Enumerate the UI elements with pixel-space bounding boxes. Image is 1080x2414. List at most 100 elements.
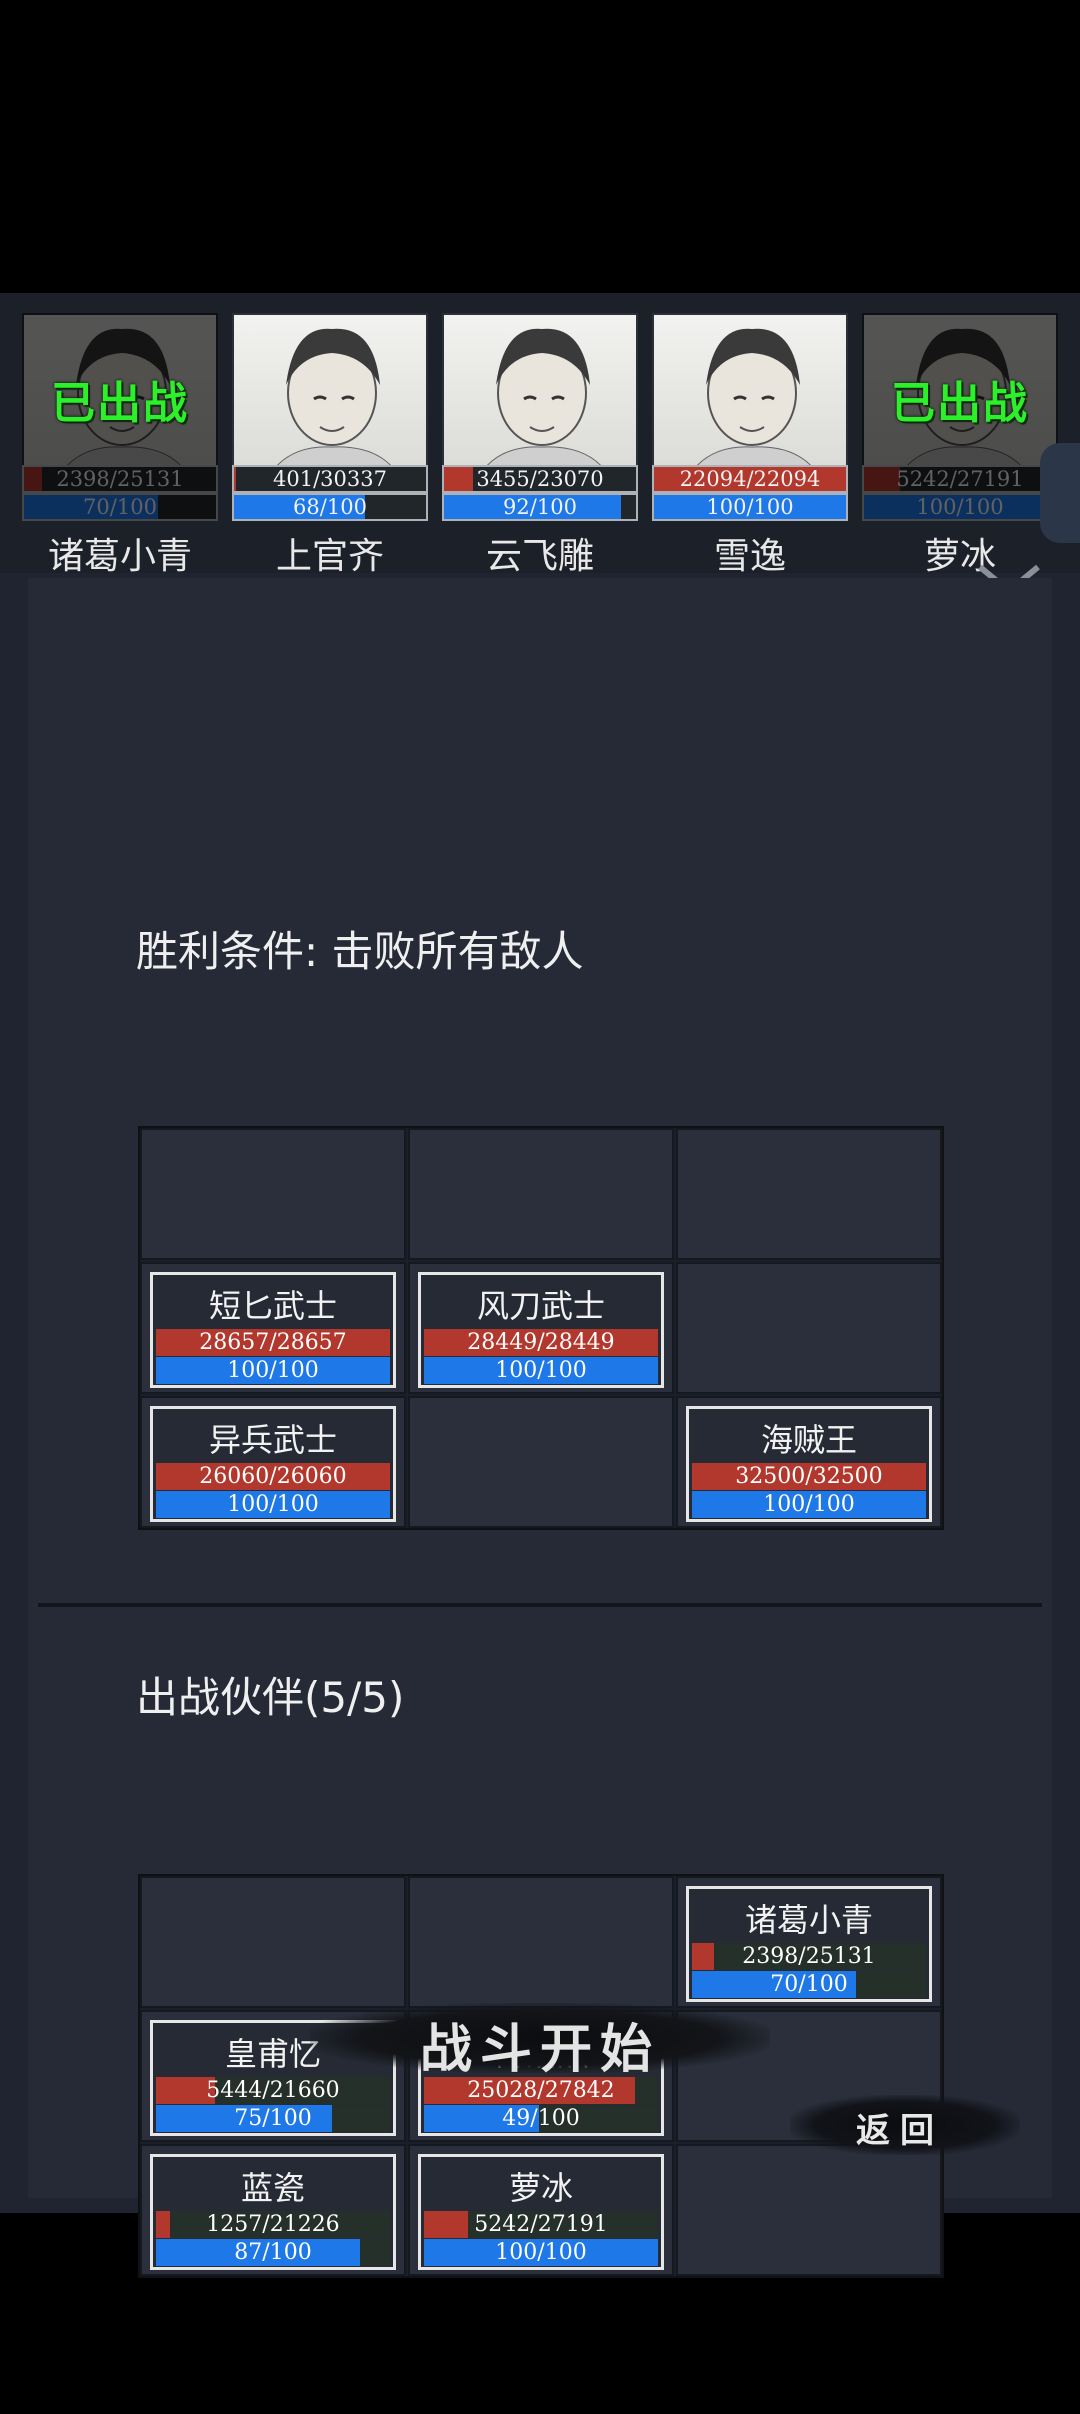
mp-text: 100/100 (495, 1358, 587, 1383)
hp-text: 2398/25131 (742, 1944, 876, 1969)
mp-bar: 100/100 (692, 1491, 926, 1518)
unit-name: 萝冰 (508, 2169, 573, 2207)
roster-hero[interactable]: 3455/23070 92/100 云飞雕 (442, 313, 638, 577)
unit-name: 短匕武士 (208, 1287, 337, 1325)
grid-cell[interactable]: 海贼王 32500/32500 100/100 (676, 1396, 942, 1528)
unit-name: 异兵武士 (208, 1421, 337, 1459)
mp-text: 100/100 (763, 1492, 855, 1517)
hp-text: 28449/28449 (467, 1330, 615, 1355)
deployed-label: 已出战 (51, 378, 189, 429)
grid-cell[interactable] (676, 2144, 942, 2276)
hp-bar: 26060/26060 (156, 1463, 390, 1490)
grid-cell[interactable]: 萝冰 5242/27191 100/100 (408, 2144, 674, 2276)
unit-card[interactable]: 萝冰 5242/27191 100/100 (418, 2154, 664, 2270)
hp-bar: 32500/32500 (692, 1463, 926, 1490)
game-screen: 已出战 2398/25131 70/100 诸葛小青 401/30337 68/100 上官… (0, 293, 1080, 2278)
deployed-label: 已出战 (891, 378, 1029, 429)
unit-card[interactable]: 海贼王 32500/32500 100/100 (686, 1406, 932, 1522)
hp-bar: 22094/22094 (652, 465, 848, 493)
grid-cell[interactable] (676, 1262, 942, 1394)
hp-bar: 2398/25131 (22, 465, 218, 493)
hp-bar: 5242/27191 (862, 465, 1058, 493)
partners-title: 出战伙伴(5/5) (136, 1673, 405, 1722)
grid-cell[interactable] (140, 1876, 406, 2008)
mp-bar: 100/100 (862, 493, 1058, 521)
mp-bar: 68/100 (232, 493, 428, 521)
hero-portrait (232, 313, 428, 467)
unit-card[interactable]: 诸葛小青 2398/25131 70/100 (686, 1886, 932, 2002)
unit-card[interactable]: 短匕武士 28657/28657 100/100 (150, 1272, 396, 1388)
grid-cell[interactable]: 诸葛小青 2398/25131 70/100 (676, 1876, 942, 2008)
mp-bar: 100/100 (424, 1357, 658, 1384)
roster-hero[interactable]: 22094/22094 100/100 雪逸 (652, 313, 848, 577)
hp-text: 3455/23070 (476, 467, 604, 491)
hp-bar: 5242/27191 (424, 2211, 658, 2238)
hp-bar: 28449/28449 (424, 1329, 658, 1356)
hp-bar: 3455/23070 (442, 465, 638, 493)
hp-text: 5242/27191 (474, 2212, 608, 2237)
mp-text: 100/100 (916, 495, 1004, 519)
mp-bar: 100/100 (424, 2239, 658, 2266)
hp-text: 2398/25131 (56, 467, 184, 491)
mp-text: 49/100 (502, 2106, 580, 2131)
mp-text: 92/100 (503, 495, 577, 519)
mp-bar: 100/100 (156, 1357, 390, 1384)
back-button[interactable]: 返回 (790, 2089, 1020, 2161)
grid-cell[interactable]: 风刀武士 28449/28449 100/100 (408, 1262, 674, 1394)
unit-card[interactable]: 风刀武士 28449/28449 100/100 (418, 1272, 664, 1388)
mp-bar: 87/100 (156, 2239, 390, 2266)
back-label: 返回 (856, 2111, 944, 2151)
hero-portrait (442, 313, 638, 467)
grid-cell[interactable]: 短匕武士 28657/28657 100/100 (140, 1262, 406, 1394)
hp-text: 22094/22094 (679, 467, 821, 491)
hp-bar: 401/30337 (232, 465, 428, 493)
hero-name: 云飞雕 (485, 536, 594, 577)
unit-name: 蓝瓷 (240, 2169, 305, 2207)
hp-text: 26060/26060 (199, 1464, 347, 1489)
unit-card[interactable]: 蓝瓷 1257/21226 87/100 (150, 2154, 396, 2270)
hp-text: 5242/27191 (896, 467, 1024, 491)
grid-cell[interactable] (676, 1128, 942, 1260)
mp-text: 100/100 (227, 1492, 319, 1517)
unit-card[interactable]: 异兵武士 26060/26060 100/100 (150, 1406, 396, 1522)
mp-bar: 70/100 (22, 493, 218, 521)
hp-bar: 1257/21226 (156, 2211, 390, 2238)
unit-name: 海贼王 (760, 1421, 857, 1459)
hero-portrait (652, 313, 848, 467)
mp-text: 70/100 (83, 495, 157, 519)
grid-cell[interactable] (408, 1876, 674, 2008)
mp-text: 100/100 (227, 1358, 319, 1383)
start-battle-label: 战斗开始 (419, 2019, 660, 2080)
mp-bar: 92/100 (442, 493, 638, 521)
grid-cell[interactable] (408, 1128, 674, 1260)
mp-bar: 100/100 (652, 493, 848, 521)
unit-name: 风刀武士 (476, 1287, 605, 1325)
grid-cell[interactable]: 异兵武士 26060/26060 100/100 (140, 1396, 406, 1528)
hp-text: 1257/21226 (206, 2212, 340, 2237)
mp-text: 100/100 (495, 2240, 587, 2265)
mp-text: 87/100 (234, 2240, 312, 2265)
side-tab[interactable] (1040, 443, 1080, 543)
hp-text: 401/30337 (273, 467, 387, 491)
start-battle-button[interactable]: 战斗开始 (310, 1993, 770, 2083)
hp-bar: 2398/25131 (692, 1943, 926, 1970)
hero-name: 雪逸 (713, 536, 786, 577)
roster-hero[interactable]: 401/30337 68/100 上官齐 (232, 313, 428, 577)
battle-panel: 胜利条件: 击败所有敌人 短匕武士 28657/28657 100/100 风刀武士 2… (28, 578, 1052, 2278)
enemy-grid: 短匕武士 28657/28657 100/100 风刀武士 28449/28449 100… (138, 1126, 944, 1530)
mp-text: 68/100 (293, 495, 367, 519)
victory-condition: 胜利条件: 击败所有敌人 (136, 927, 584, 976)
grid-cell[interactable] (408, 1396, 674, 1528)
mp-text: 75/100 (234, 2106, 312, 2131)
section-divider (38, 1603, 1042, 1607)
roster-hero[interactable]: 已出战 2398/25131 70/100 诸葛小青 (22, 313, 218, 577)
grid-cell[interactable]: 蓝瓷 1257/21226 87/100 (140, 2144, 406, 2276)
hp-text: 28657/28657 (199, 1330, 347, 1355)
grid-cell[interactable] (140, 1128, 406, 1260)
hero-name: 上官齐 (275, 536, 384, 577)
hero-name: 诸葛小青 (47, 536, 192, 577)
mp-bar: 49/100 (424, 2105, 658, 2132)
mp-bar: 75/100 (156, 2105, 390, 2132)
roster-hero[interactable]: 已出战 5242/27191 100/100 萝冰 (862, 313, 1058, 577)
mp-text: 100/100 (706, 495, 794, 519)
